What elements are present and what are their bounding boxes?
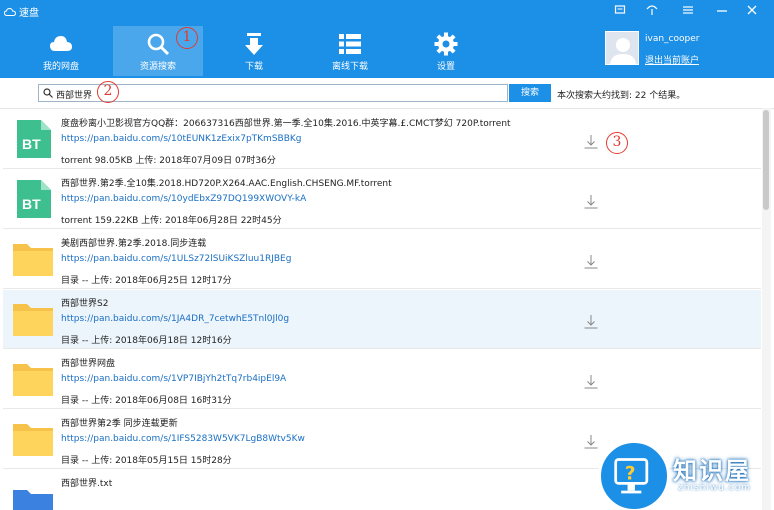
result-link[interactable]: https://pan.baidu.com/s/10ydEbxZ97DQ199X… <box>61 194 306 204</box>
result-meta: 目录 -- 上传: 2018年06月18日 12时16分 <box>61 336 232 346</box>
download-icon[interactable] <box>583 254 599 270</box>
result-count-text: 本次搜索大约找到: 22 个结果。 <box>557 91 686 101</box>
watermark-logo: ? <box>598 440 670 510</box>
cloud-icon <box>50 36 72 51</box>
result-name: 西部世界.txt <box>61 479 113 489</box>
skin-icon[interactable] <box>646 4 660 16</box>
search-query: 西部世界 <box>56 91 93 101</box>
nav-label: 设置 <box>436 62 455 72</box>
watermark-brand: 知识屋 <box>673 457 751 485</box>
app-title-text: 速盘 <box>19 8 39 19</box>
result-name: 美剧西部世界.第2季.2018.同步连载 <box>61 239 207 249</box>
result-link[interactable]: https://pan.baidu.com/s/10tEUNK1zExix7pT… <box>61 134 302 144</box>
grid-list-icon <box>339 34 361 54</box>
menu-icon[interactable] <box>614 4 628 16</box>
folder-icon <box>13 244 53 276</box>
logout-link[interactable]: 退出当前账户 <box>645 53 699 66</box>
settings-lines-icon[interactable] <box>682 4 696 16</box>
nav-settings[interactable]: 设置 <box>401 26 491 76</box>
bt-file-icon: BT <box>17 120 51 158</box>
minimize-icon[interactable] <box>716 4 730 16</box>
scroll-thumb[interactable] <box>763 110 769 210</box>
folder-icon <box>13 304 53 336</box>
download-icon[interactable] <box>583 434 599 450</box>
nav-label: 离线下载 <box>331 62 368 72</box>
annotation-marker-3: 3 <box>606 132 628 154</box>
result-meta: 目录 -- 上传: 2018年06月25日 12时17分 <box>61 276 232 286</box>
cloud-icon <box>4 7 16 16</box>
result-link[interactable]: https://pan.baidu.com/s/1ULSz72lSUiKSZlu… <box>61 254 291 264</box>
bt-file-icon: BT <box>17 180 51 218</box>
download-icon[interactable] <box>583 134 599 150</box>
nav-my-disk[interactable]: 我的网盘 <box>16 26 106 76</box>
close-icon[interactable] <box>746 4 760 16</box>
result-link[interactable]: https://pan.baidu.com/s/1IFS5283W5VK7LgB… <box>61 434 305 444</box>
svg-text:BT: BT <box>22 196 41 212</box>
text-file-icon <box>13 490 53 510</box>
result-name: 西部世界.第2季.全10集.2018.HD720P.X264.AAC.Engli… <box>61 179 392 189</box>
avatar[interactable] <box>605 31 639 65</box>
result-meta: 目录 -- 上传: 2018年05月15日 15时28分 <box>61 456 232 466</box>
result-link[interactable]: https://pan.baidu.com/s/1JA4DR_7cetwhE5T… <box>61 314 289 324</box>
result-name: 西部世界S2 <box>61 299 109 309</box>
result-name: 西部世界第2季 同步连载更新 <box>61 419 178 429</box>
annotation-marker-2: 2 <box>97 81 119 103</box>
result-name: 西部世界网盘 <box>61 359 116 369</box>
list-item[interactable]: 西部世界网盘 https://pan.baidu.com/s/1VP7IBjYh… <box>3 350 761 409</box>
result-name: 度盘秒离小卫影视官方QQ群：206637316西部世界.第一季.全10集.201… <box>61 119 511 129</box>
result-meta: 目录 -- 上传: 2018年06月08日 16时31分 <box>61 396 232 406</box>
download-icon[interactable] <box>583 194 599 210</box>
nav-label: 下载 <box>244 62 263 72</box>
result-link[interactable]: https://pan.baidu.com/s/1VP7IBjYh2tTq7rb… <box>61 374 286 384</box>
download-icon <box>245 33 263 55</box>
result-meta: torrent 98.05KB 上传: 2018年07月09日 07时36分 <box>61 156 276 166</box>
folder-icon <box>13 424 53 456</box>
list-item[interactable]: BT 度盘秒离小卫影视官方QQ群：206637316西部世界.第一季.全10集.… <box>3 110 761 169</box>
gear-icon <box>434 32 458 56</box>
folder-icon <box>13 364 53 396</box>
list-item[interactable]: 美剧西部世界.第2季.2018.同步连载 https://pan.baidu.c… <box>3 230 761 289</box>
watermark-domain: zhishiwu.com <box>678 483 751 493</box>
title-bar: 速盘 <box>0 0 774 22</box>
search-button[interactable]: 搜索 <box>509 84 551 102</box>
user-name: ivan_cooper <box>645 34 700 44</box>
nav-offline-download[interactable]: 离线下载 <box>305 26 395 76</box>
annotation-marker-1: 1 <box>176 27 198 49</box>
search-icon <box>147 33 170 56</box>
result-meta: torrent 159.22KB 上传: 2018年06月28日 22时45分 <box>61 216 282 226</box>
list-item[interactable]: 西部世界S2 https://pan.baidu.com/s/1JA4DR_7c… <box>3 290 761 349</box>
svg-text:?: ? <box>625 464 636 485</box>
search-icon <box>43 88 53 98</box>
app-title: 速盘 <box>4 4 39 19</box>
download-icon[interactable] <box>583 314 599 330</box>
download-icon[interactable] <box>583 374 599 390</box>
nav-label: 我的网盘 <box>42 62 79 72</box>
watermark: ? 知识屋 zhishiwu.com <box>598 436 774 510</box>
nav-download[interactable]: 下载 <box>209 26 299 76</box>
svg-text:BT: BT <box>22 136 41 152</box>
top-header: 速盘 我的网盘 资源搜索 下载 离线下载 设置 ivan_cooper 退出当前… <box>0 0 774 78</box>
list-item[interactable]: BT 西部世界.第2季.全10集.2018.HD720P.X264.AAC.En… <box>3 170 761 229</box>
nav-label: 资源搜索 <box>139 62 176 72</box>
